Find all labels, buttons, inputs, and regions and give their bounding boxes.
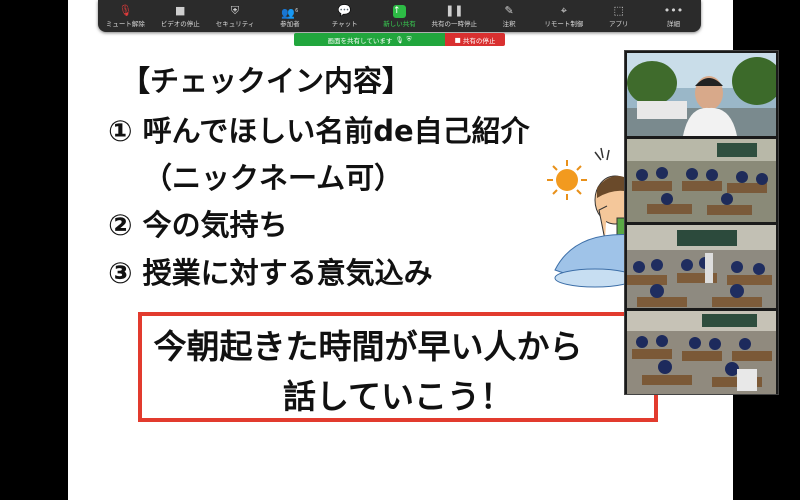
participants-icon: 👥6 (281, 6, 299, 20)
remote-control-icon: ⌖ (560, 3, 567, 17)
shield-icon: ⛨ (230, 3, 240, 17)
security-button[interactable]: ⛨ セキュリティ (208, 0, 263, 32)
microphone-muted-icon: 🎙 (118, 3, 133, 17)
stop-share-button[interactable]: ■ 共有の停止 (445, 33, 505, 46)
participants-button[interactable]: 👥6 参加者 (262, 0, 317, 32)
apps-icon: ⬚ (613, 3, 624, 17)
meeting-toolbar: 🎙 ミュート解除 ■ ビデオの停止 ⛨ セキュリティ 👥6 参加者 💬 チャット… (98, 0, 701, 32)
more-icon: ••• (663, 3, 684, 17)
pause-icon: ❚❚ (445, 3, 464, 17)
slide-item-1: ① 呼んでほしい名前de自己紹介 (108, 114, 530, 148)
stop-video-button[interactable]: ■ ビデオの停止 (153, 0, 208, 32)
video-tile-classroom-3[interactable] (627, 311, 776, 394)
sharing-indicator[interactable]: 画面を共有しています 🎙 ⛨ (294, 33, 445, 46)
annotate-button[interactable]: ✎ 注釈 (482, 0, 537, 32)
unmute-button[interactable]: 🎙 ミュート解除 (98, 0, 153, 32)
video-gallery (624, 50, 779, 395)
share-banner: 画面を共有しています 🎙 ⛨ ■ 共有の停止 (294, 33, 505, 46)
stop-square-icon: ■ (454, 35, 461, 44)
video-tile-classroom-2[interactable] (627, 225, 776, 308)
chat-button[interactable]: 💬 チャット (317, 0, 372, 32)
new-share-button[interactable]: ↑ 新しい共有 (372, 0, 427, 32)
remote-control-button[interactable]: ⌖ リモート制御 (537, 0, 592, 32)
callout-box: 今朝起きた時間が早い人から 話していこう！ (138, 312, 658, 422)
slide-item-2: ② 今の気持ち (108, 208, 288, 242)
more-button[interactable]: ••• 詳細 (646, 0, 701, 32)
pause-share-button[interactable]: ❚❚ 共有の一時停止 (427, 0, 482, 32)
shield-icon: ⛨ (406, 35, 412, 43)
video-tile-classroom-1[interactable] (627, 139, 776, 222)
sun-icon (547, 160, 587, 200)
callout-line-1: 今朝起きた時間が早い人から (153, 327, 583, 366)
slide-item-1-sub: （ニックネーム可） (143, 161, 404, 195)
participants-count-badge: 6 (295, 7, 299, 14)
callout-line-2: 話していこう！ (282, 377, 513, 416)
microphone-icon: 🎙 (395, 35, 404, 44)
slide-title: 【チェックイン内容】 (121, 64, 412, 98)
chat-icon: 💬 (337, 3, 352, 17)
slide-item-3: ③ 授業に対する意気込み (108, 256, 433, 290)
video-tile-teacher[interactable] (627, 53, 776, 136)
apps-button[interactable]: ⬚ アプリ (591, 0, 646, 32)
share-screen-icon: ↑ (392, 4, 406, 18)
video-camera-icon: ■ (175, 3, 186, 17)
sunrise-illustration (547, 147, 635, 288)
pencil-icon: ✎ (504, 3, 514, 17)
